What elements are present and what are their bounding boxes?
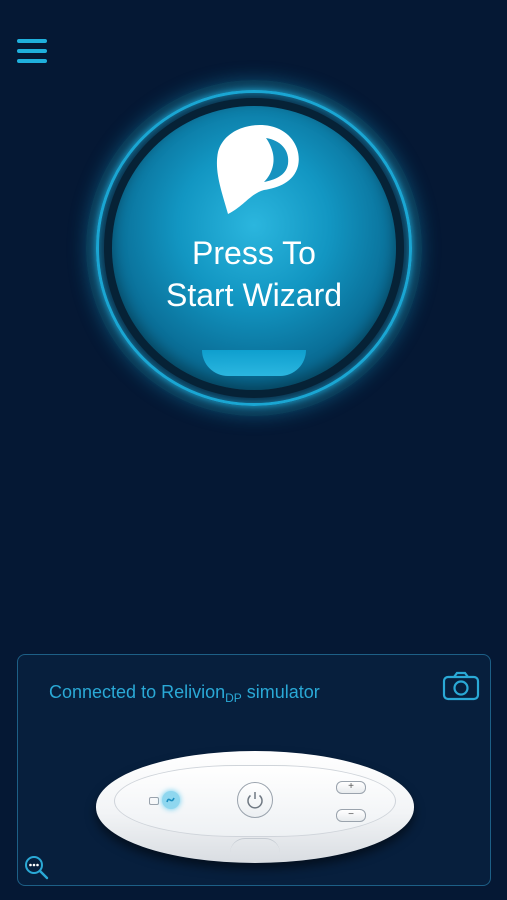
wizard-label-line1: Press To [192,235,316,271]
menu-bar [17,39,47,43]
menu-bar [17,59,47,63]
device-simulator: + − [96,751,414,863]
device-indicator-light [149,797,159,805]
camera-icon[interactable] [442,671,480,701]
device-panel: Connected to RelivionDP simulator + − [17,654,491,886]
electrode-pad-icon [216,125,299,214]
device-plus-button[interactable]: + [336,781,366,794]
device-mode-button[interactable] [162,791,180,809]
device-notch [230,838,280,853]
device-minus-button[interactable]: − [336,809,366,822]
connection-status: Connected to RelivionDP simulator [49,682,320,705]
wizard-dial: Press To Start Wizard [86,80,422,416]
device-power-button[interactable] [237,782,273,818]
connection-model-sub: DP [225,691,242,705]
start-wizard-button[interactable]: Press To Start Wizard [112,106,396,390]
menu-bar [17,49,47,53]
zoom-more-icon[interactable] [23,854,49,880]
wizard-label: Press To Start Wizard [112,232,396,316]
menu-button[interactable] [14,38,50,68]
wave-icon [166,797,175,803]
wizard-label-line2: Start Wizard [165,277,343,313]
power-icon [247,792,263,809]
connection-suffix: simulator [241,682,320,702]
wizard-highlight [202,350,306,376]
connection-prefix: Connected to Relivion [49,682,226,702]
